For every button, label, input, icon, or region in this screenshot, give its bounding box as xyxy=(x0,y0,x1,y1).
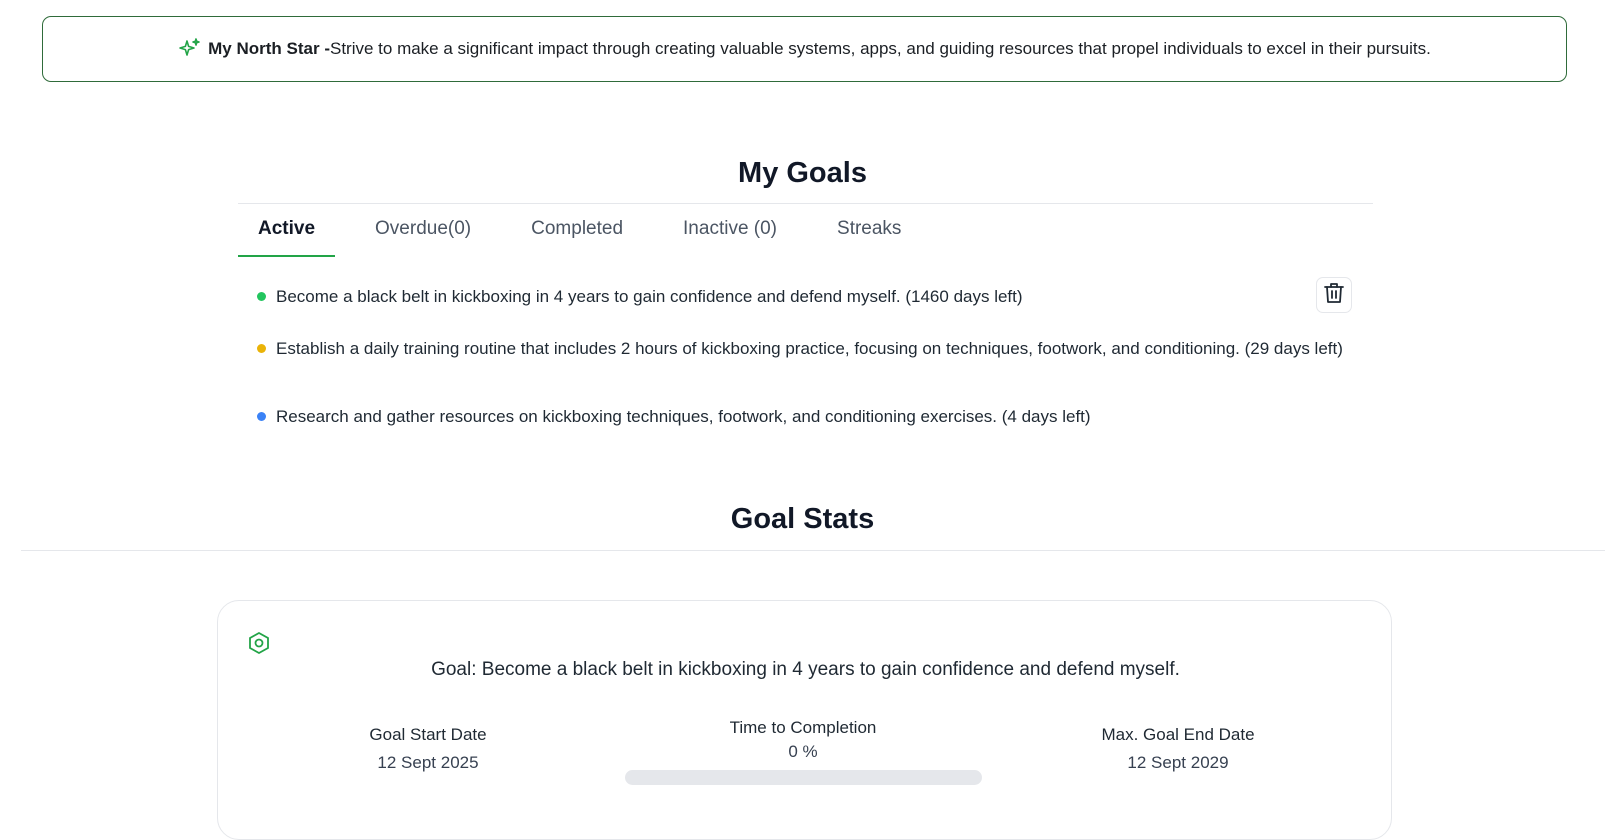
status-dot xyxy=(257,292,266,301)
tab-streaks[interactable]: Streaks xyxy=(817,204,921,257)
list-item[interactable]: Research and gather resources on kickbox… xyxy=(257,404,1091,429)
completion-label: Time to Completion xyxy=(729,718,877,737)
goal-stats-card: Goal: Become a black belt in kickboxing … xyxy=(217,600,1392,840)
start-date-label: Goal Start Date xyxy=(369,725,487,744)
end-date-label: Max. Goal End Date xyxy=(1101,725,1255,744)
list-item[interactable]: Establish a daily training routine that … xyxy=(257,336,1352,361)
sparkles-icon xyxy=(178,37,202,61)
goal-text: Research and gather resources on kickbox… xyxy=(276,407,1091,426)
hexagon-target-icon xyxy=(248,631,270,660)
tab-completed[interactable]: Completed xyxy=(511,204,643,257)
end-date-value: 12 Sept 2029 xyxy=(1127,753,1229,772)
tab-inactive[interactable]: Inactive (0) xyxy=(663,204,797,257)
start-date-stat: Goal Start Date 12 Sept 2025 xyxy=(328,725,528,773)
stats-title: Goal Stats xyxy=(730,503,875,535)
completion-stat: Time to Completion 0 % xyxy=(618,718,988,785)
completion-value: 0 % xyxy=(788,742,818,761)
goal-text: Establish a daily training routine that … xyxy=(276,339,1343,358)
end-date-stat: Max. Goal End Date 12 Sept 2029 xyxy=(1078,725,1278,773)
north-star-banner: My North Star - Strive to make a signifi… xyxy=(42,16,1567,82)
tab-overdue[interactable]: Overdue(0) xyxy=(355,204,491,257)
north-star-text: Strive to make a significant impact thro… xyxy=(329,39,1431,58)
completion-progress-bar xyxy=(624,770,982,785)
delete-goal-button[interactable] xyxy=(1316,277,1352,313)
goals-title: My Goals xyxy=(738,157,867,189)
list-item[interactable]: Become a black belt in kickboxing in 4 y… xyxy=(257,284,1023,309)
card-goal-text: Goal: Become a black belt in kickboxing … xyxy=(431,659,1180,680)
goal-tabs: Active Overdue(0) Completed Inactive (0)… xyxy=(238,204,941,257)
status-dot xyxy=(257,344,266,353)
status-dot xyxy=(257,412,266,421)
start-date-value: 12 Sept 2025 xyxy=(377,753,479,772)
stats-divider xyxy=(21,550,1605,551)
tab-active[interactable]: Active xyxy=(238,204,336,257)
north-star-label: My North Star - xyxy=(208,39,330,58)
trash-icon xyxy=(1323,281,1345,310)
goal-text: Become a black belt in kickboxing in 4 y… xyxy=(276,287,1023,306)
